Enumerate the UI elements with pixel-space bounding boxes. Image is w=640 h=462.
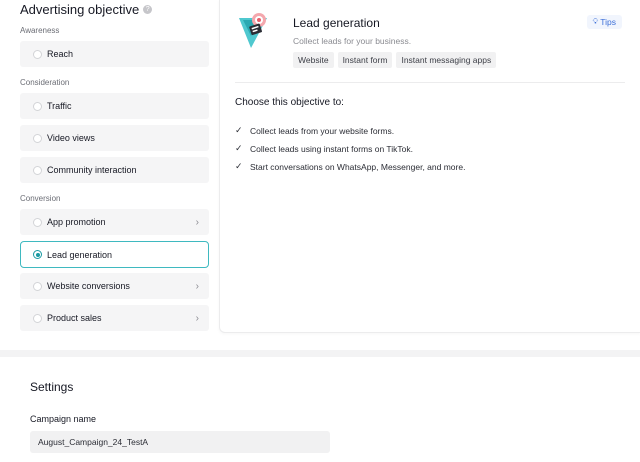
objective-title: Advertising objective xyxy=(20,2,140,17)
radio-icon[interactable] xyxy=(33,217,42,227)
objective-option-video-views[interactable]: Video views xyxy=(20,125,209,151)
check-icon: ✓ xyxy=(235,125,243,135)
objective-option-traffic[interactable]: Traffic xyxy=(20,93,209,119)
option-label: Video views xyxy=(47,133,95,143)
option-label: Lead generation xyxy=(47,249,113,260)
benefit-text: Collect leads from your website forms. xyxy=(250,125,395,136)
info-icon[interactable]: ? xyxy=(143,5,153,14)
objective-option-lead-generation[interactable]: Lead generation xyxy=(20,241,209,268)
tips-label: Tips xyxy=(600,17,616,27)
benefit-text: Collect leads using instant forms on Tik… xyxy=(250,143,413,154)
radio-icon[interactable] xyxy=(33,133,42,143)
radio-icon[interactable] xyxy=(33,165,42,175)
option-label: Product sales xyxy=(47,313,102,323)
benefit-item: ✓ Start conversations on WhatsApp, Messe… xyxy=(235,161,465,172)
radio-icon[interactable] xyxy=(33,281,42,291)
check-icon: ✓ xyxy=(235,143,243,153)
objective-option-community-interaction[interactable]: Community interaction xyxy=(20,157,209,183)
objective-option-website-conversions[interactable]: Website conversions › xyxy=(20,273,209,299)
settings-title: Settings xyxy=(30,380,74,394)
campaign-name-label: Campaign name xyxy=(30,414,97,424)
check-icon: ✓ xyxy=(235,161,243,171)
detail-tags: Website Instant form Instant messaging a… xyxy=(293,52,497,68)
option-label: Website conversions xyxy=(47,281,130,291)
group-label-conversion: Conversion xyxy=(20,194,61,203)
chevron-right-icon[interactable]: › xyxy=(196,217,199,228)
detail-subtitle: Collect leads for your business. xyxy=(293,36,412,46)
objective-option-app-promotion[interactable]: App promotion › xyxy=(20,209,209,235)
detail-title: Lead generation xyxy=(293,16,380,30)
tag-instant-form: Instant form xyxy=(337,52,393,68)
radio-icon[interactable] xyxy=(33,49,42,59)
chevron-right-icon[interactable]: › xyxy=(196,313,199,324)
objective-panel: Advertising objective ? Awareness Reach … xyxy=(0,0,640,350)
option-label: App promotion xyxy=(47,217,106,227)
radio-icon[interactable] xyxy=(33,101,42,111)
option-label: Reach xyxy=(47,49,74,59)
objective-option-reach[interactable]: Reach xyxy=(20,41,209,67)
lightbulb-icon: 💡︎ xyxy=(592,17,599,26)
objective-heading: Advertising objective ? xyxy=(20,2,153,17)
choose-objective-heading: Choose this objective to: xyxy=(235,97,344,108)
chevron-right-icon[interactable]: › xyxy=(196,281,199,292)
tips-button[interactable]: 💡︎ Tips xyxy=(586,15,622,29)
benefit-item: ✓ Collect leads using instant forms on T… xyxy=(235,143,413,154)
tag-website: Website xyxy=(293,52,334,68)
divider xyxy=(235,82,625,83)
option-label: Traffic xyxy=(47,101,72,111)
benefit-text: Start conversations on WhatsApp, Messeng… xyxy=(250,161,466,172)
campaign-name-input[interactable] xyxy=(30,431,330,453)
radio-icon[interactable] xyxy=(33,313,42,323)
benefit-item: ✓ Collect leads from your website forms. xyxy=(235,125,394,136)
lead-generation-illustration-icon xyxy=(239,13,267,48)
radio-selected-icon[interactable] xyxy=(33,250,42,259)
objective-detail-card: Lead generation Collect leads for your b… xyxy=(219,0,640,333)
settings-panel: Settings Campaign name xyxy=(0,357,640,462)
tag-instant-messaging-apps: Instant messaging apps xyxy=(396,52,497,68)
objective-option-product-sales[interactable]: Product sales › xyxy=(20,305,209,331)
option-label: Community interaction xyxy=(47,165,137,175)
group-label-awareness: Awareness xyxy=(20,26,60,35)
group-label-consideration: Consideration xyxy=(20,78,70,87)
